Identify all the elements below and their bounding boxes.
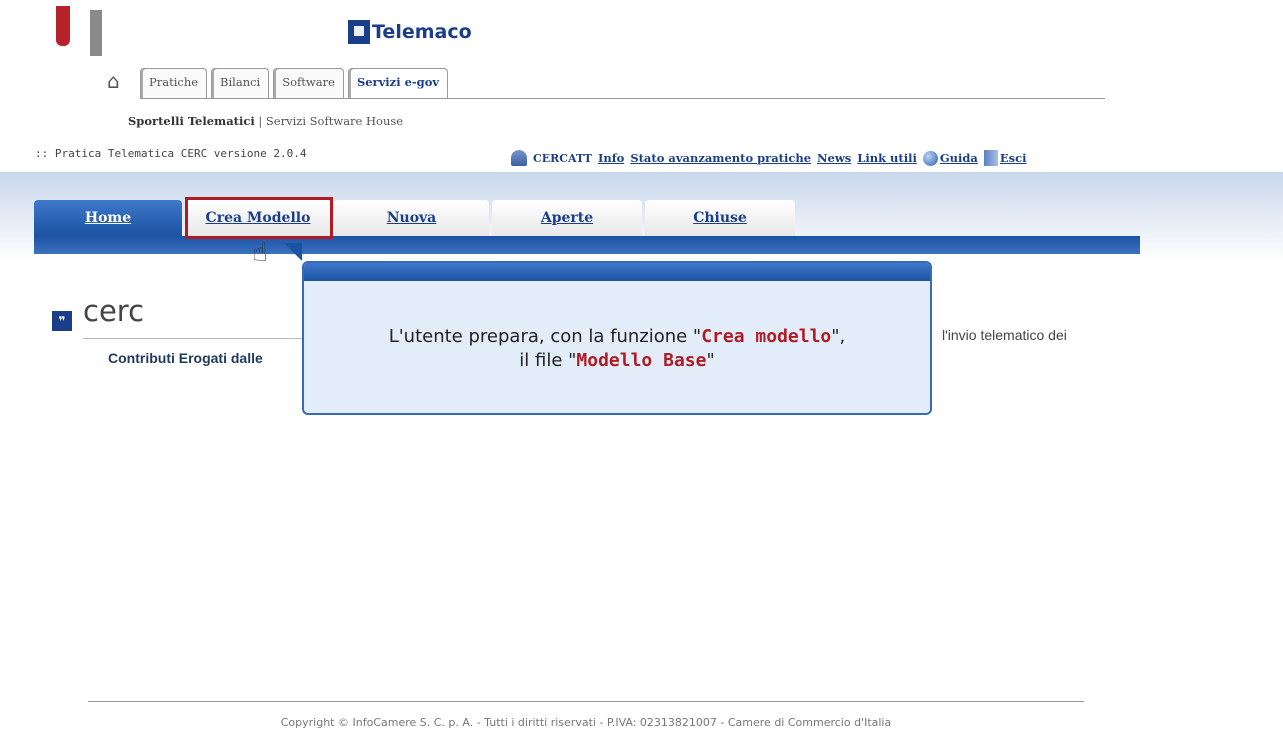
tab-home[interactable]: Home xyxy=(34,200,182,236)
top-tab-bilanci[interactable]: Bilanci xyxy=(211,68,270,98)
callout-line1-highlight: Crea modello xyxy=(701,326,832,347)
version-label: :: Pratica Telematica CERC versione 2.0.… xyxy=(35,147,307,160)
link-sportelli-telematici[interactable]: Sportelli Telematici xyxy=(128,114,255,128)
telemaco-logo: Telemaco xyxy=(348,20,472,44)
telemaco-logo-icon xyxy=(348,20,370,44)
home-icon[interactable]: ⌂ xyxy=(107,69,120,93)
callout-line2-suffix: " xyxy=(706,350,715,371)
tab-aperte[interactable]: Aperte xyxy=(492,200,642,236)
link-esci[interactable]: Esci xyxy=(1000,151,1027,165)
top-tab-servizi-egov[interactable]: Servizi e-gov xyxy=(347,68,449,98)
tab-nuova[interactable]: Nuova xyxy=(334,200,489,236)
callout-line1-prefix: L'utente prepara, con la funzione " xyxy=(388,326,702,347)
footer-copyright: Copyright © InfoCamere S. C. p. A. - Tut… xyxy=(280,716,892,729)
callout-header xyxy=(304,263,930,281)
cerc-subtitle: Contributi Erogati dalle xyxy=(108,350,263,366)
top-tab-pratiche[interactable]: Pratiche xyxy=(140,68,208,98)
top-tab-software[interactable]: Software xyxy=(273,68,344,98)
logo-red-bar xyxy=(56,6,70,46)
cerc-description: l'invio telematico dei xyxy=(942,327,1067,343)
cerc-title: cerc xyxy=(83,294,145,328)
sub-links-separator: | xyxy=(254,114,266,128)
link-news[interactable]: News xyxy=(817,151,851,165)
tab-highlight-box xyxy=(185,197,333,239)
utility-bar: CERCATT Info Stato avanzamento pratiche … xyxy=(511,150,1027,166)
user-icon xyxy=(511,150,527,166)
tab-chiuse[interactable]: Chiuse xyxy=(645,200,795,236)
link-info[interactable]: Info xyxy=(598,151,624,165)
hand-cursor-icon: ☝ xyxy=(252,238,268,268)
link-guida[interactable]: Guida xyxy=(940,151,978,165)
link-link-utili[interactable]: Link utili xyxy=(857,151,917,165)
tutorial-callout: L'utente prepara, con la funzione "Crea … xyxy=(302,261,932,415)
globe-icon xyxy=(922,150,938,166)
logo-grey-bar xyxy=(90,10,102,56)
footer-divider xyxy=(88,701,1084,702)
callout-line2-prefix: il file " xyxy=(519,350,577,371)
top-tabs: Pratiche Bilanci Software Servizi e-gov xyxy=(140,68,449,98)
quote-icon: ❞ xyxy=(52,311,72,331)
callout-text: L'utente prepara, con la funzione "Crea … xyxy=(304,325,930,373)
link-servizi-software-house[interactable]: Servizi Software House xyxy=(266,114,403,128)
exit-icon xyxy=(983,150,998,166)
user-name: CERCATT xyxy=(533,151,592,165)
link-stato-avanzamento[interactable]: Stato avanzamento pratiche xyxy=(630,151,811,165)
callout-line1-suffix: ", xyxy=(831,326,846,347)
top-tabs-divider xyxy=(140,98,1105,99)
callout-pointer xyxy=(284,243,302,261)
telemaco-logo-text: Telemaco xyxy=(372,21,472,43)
sub-links: Sportelli Telematici | Servizi Software … xyxy=(128,114,403,128)
callout-line2-highlight: Modello Base xyxy=(576,350,707,371)
